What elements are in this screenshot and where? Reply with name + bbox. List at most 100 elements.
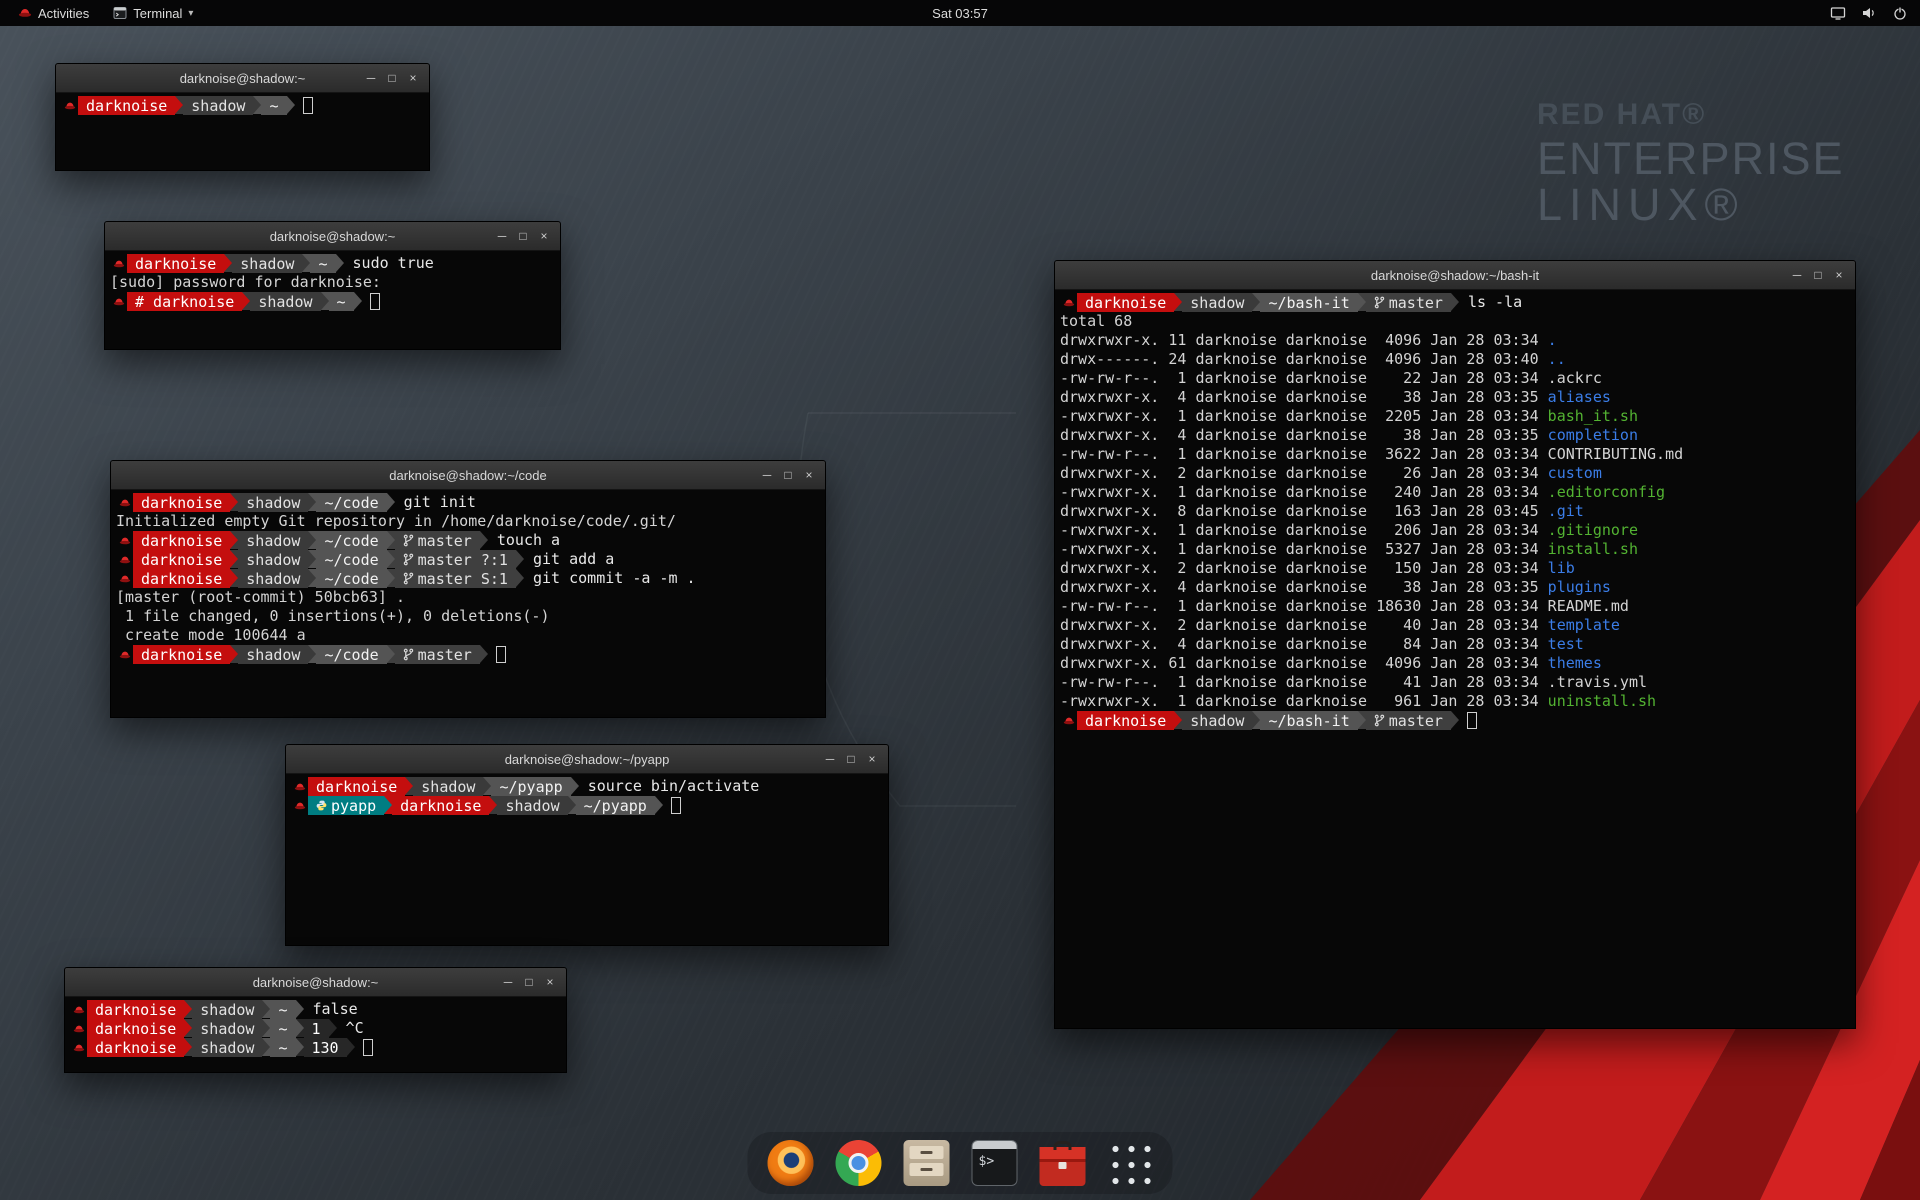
close-button[interactable]: × — [541, 968, 559, 996]
powerline-arrow — [387, 493, 395, 511]
powerline-arrow — [480, 645, 488, 663]
display-icon[interactable] — [1830, 5, 1846, 21]
prompt-segment-user: # darknoise — [127, 292, 242, 311]
chrome-icon[interactable] — [836, 1140, 882, 1186]
powerline-arrow — [387, 550, 395, 568]
terminal-content[interactable]: darknoiseshadow~ — [56, 93, 429, 171]
window-title: darknoise@shadow:~ — [65, 975, 566, 990]
terminal-glyph: $> — [979, 1154, 995, 1169]
firefox-icon[interactable] — [768, 1140, 814, 1186]
terminal-content[interactable]: darknoiseshadow~ sudo true[sudo] passwor… — [105, 251, 560, 350]
terminal-window-code[interactable]: darknoise@shadow:~/code ─ □ × darknoises… — [110, 460, 826, 718]
titlebar[interactable]: darknoise@shadow:~ ─ □ × — [65, 968, 566, 997]
prompt-segment-host: shadow — [238, 550, 308, 569]
redhat-prompt-icon — [116, 550, 133, 569]
prompt-segment-host: shadow — [413, 777, 483, 796]
branch-icon — [403, 572, 414, 585]
terminal-window-home-1[interactable]: darknoise@shadow:~ ─ □ × darknoiseshadow… — [55, 63, 430, 171]
powerline-arrow — [336, 254, 344, 272]
output-text: drwxrwxr-x. 61 darknoise darknoise 4096 … — [1060, 654, 1548, 673]
powerline-arrow — [387, 645, 395, 663]
brand-line-2: ENTERPRISE — [1537, 136, 1845, 182]
titlebar[interactable]: darknoise@shadow:~ ─ □ × — [105, 222, 560, 251]
prompt-segment-user: darknoise — [87, 1038, 184, 1057]
terminal-content[interactable]: darknoiseshadow~/code git initInitialize… — [111, 490, 825, 718]
close-button[interactable]: × — [863, 745, 881, 773]
output-text: -rwxrwxr-x. 1 darknoise darknoise 961 Ja… — [1060, 692, 1548, 711]
window-title: darknoise@shadow:~ — [105, 229, 560, 244]
terminal-cursor — [370, 293, 380, 310]
titlebar[interactable]: darknoise@shadow:~/code ─ □ × — [111, 461, 825, 490]
app-menu-terminal[interactable]: Terminal ▾ — [103, 0, 203, 26]
maximize-button[interactable]: □ — [779, 461, 797, 489]
prompt-segment-user: darknoise — [308, 777, 405, 796]
toolbox-icon[interactable] — [1040, 1140, 1086, 1186]
terminal-content[interactable]: darknoiseshadow~/pyapp source bin/activa… — [286, 774, 888, 946]
close-button[interactable]: × — [1830, 261, 1848, 289]
terminal-content[interactable]: darknoiseshadow~ falsedarknoiseshadow~1 … — [65, 997, 566, 1073]
titlebar[interactable]: darknoise@shadow:~ ─ □ × — [56, 64, 429, 93]
prompt-segment-host: shadow — [192, 1019, 262, 1038]
command-text: git commit -a -m . — [524, 569, 696, 588]
prompt-line: darknoiseshadow~ false — [70, 1000, 561, 1019]
maximize-button[interactable]: □ — [514, 222, 532, 250]
prompt-segment-exit: 1 — [304, 1019, 329, 1038]
titlebar[interactable]: darknoise@shadow:~/pyapp ─ □ × — [286, 745, 888, 774]
output-text: drwxrwxr-x. 2 darknoise darknoise 26 Jan… — [1060, 464, 1548, 483]
powerline-arrow — [230, 531, 238, 549]
close-button[interactable]: × — [404, 64, 422, 92]
close-button[interactable]: × — [535, 222, 553, 250]
terminal-window-sudo[interactable]: darknoise@shadow:~ ─ □ × darknoiseshadow… — [104, 221, 561, 350]
prompt-segment-path: ~ — [261, 96, 286, 115]
prompt-line: darknoiseshadow~1 ^C — [70, 1019, 561, 1038]
maximize-button[interactable]: □ — [842, 745, 860, 773]
maximize-button[interactable]: □ — [520, 968, 538, 996]
terminal-window-bash-it[interactable]: darknoise@shadow:~/bash-it ─ □ × darknoi… — [1054, 260, 1856, 1029]
clock[interactable]: Sat 03:57 — [932, 6, 988, 21]
powerline-arrow — [302, 254, 310, 272]
terminal-icon[interactable]: $> — [972, 1140, 1018, 1186]
file-name: .editorconfig — [1548, 483, 1665, 502]
terminal-window-home-2[interactable]: darknoise@shadow:~ ─ □ × darknoiseshadow… — [64, 967, 567, 1073]
output-text: -rw-rw-r--. 1 darknoise darknoise 22 Jan… — [1060, 369, 1548, 388]
prompt-segment-git: master ?:1 — [395, 550, 516, 569]
power-icon[interactable] — [1892, 5, 1908, 21]
file-name: .. — [1548, 350, 1566, 369]
activities-label: Activities — [38, 6, 89, 21]
powerline-arrow — [296, 1000, 304, 1018]
redhat-prompt-icon — [116, 569, 133, 588]
powerline-arrow — [296, 1038, 304, 1056]
minimize-button[interactable]: ─ — [499, 968, 517, 996]
output-text: drwxrwxr-x. 2 darknoise darknoise 40 Jan… — [1060, 616, 1548, 635]
powerline-arrow — [480, 531, 488, 549]
prompt-line: darknoiseshadow~ sudo true — [110, 254, 555, 273]
redhat-prompt-icon — [110, 292, 127, 311]
file-name: . — [1548, 331, 1557, 350]
close-button[interactable]: × — [800, 461, 818, 489]
prompt-segment-path: ~/pyapp — [491, 777, 570, 796]
volume-icon[interactable] — [1861, 5, 1877, 21]
maximize-button[interactable]: □ — [1809, 261, 1827, 289]
minimize-button[interactable]: ─ — [362, 64, 380, 92]
minimize-button[interactable]: ─ — [1788, 261, 1806, 289]
maximize-button[interactable]: □ — [383, 64, 401, 92]
prompt-segment-path: ~/code — [316, 550, 386, 569]
activities-button[interactable]: Activities — [8, 0, 99, 26]
minimize-button[interactable]: ─ — [493, 222, 511, 250]
powerline-arrow — [242, 292, 250, 310]
minimize-button[interactable]: ─ — [821, 745, 839, 773]
files-icon[interactable] — [904, 1140, 950, 1186]
powerline-arrow — [347, 1038, 355, 1056]
minimize-button[interactable]: ─ — [758, 461, 776, 489]
prompt-line: darknoiseshadow~/codemaster S:1 git comm… — [116, 569, 820, 588]
output-text: -rw-rw-r--. 1 darknoise darknoise 3622 J… — [1060, 445, 1548, 464]
output-text: -rwxrwxr-x. 1 darknoise darknoise 206 Ja… — [1060, 521, 1548, 540]
prompt-segment-host: shadow — [232, 254, 302, 273]
output-text: drwxrwxr-x. 4 darknoise darknoise 84 Jan… — [1060, 635, 1548, 654]
output-line: -rw-rw-r--. 1 darknoise darknoise 3622 J… — [1060, 445, 1850, 464]
terminal-content[interactable]: darknoiseshadow~/bash-itmaster ls -latot… — [1055, 290, 1855, 1029]
output-text: -rw-rw-r--. 1 darknoise darknoise 18630 … — [1060, 597, 1548, 616]
app-grid-icon[interactable] — [1108, 1141, 1153, 1186]
terminal-window-pyapp[interactable]: darknoise@shadow:~/pyapp ─ □ × darknoise… — [285, 744, 889, 946]
titlebar[interactable]: darknoise@shadow:~/bash-it ─ □ × — [1055, 261, 1855, 290]
